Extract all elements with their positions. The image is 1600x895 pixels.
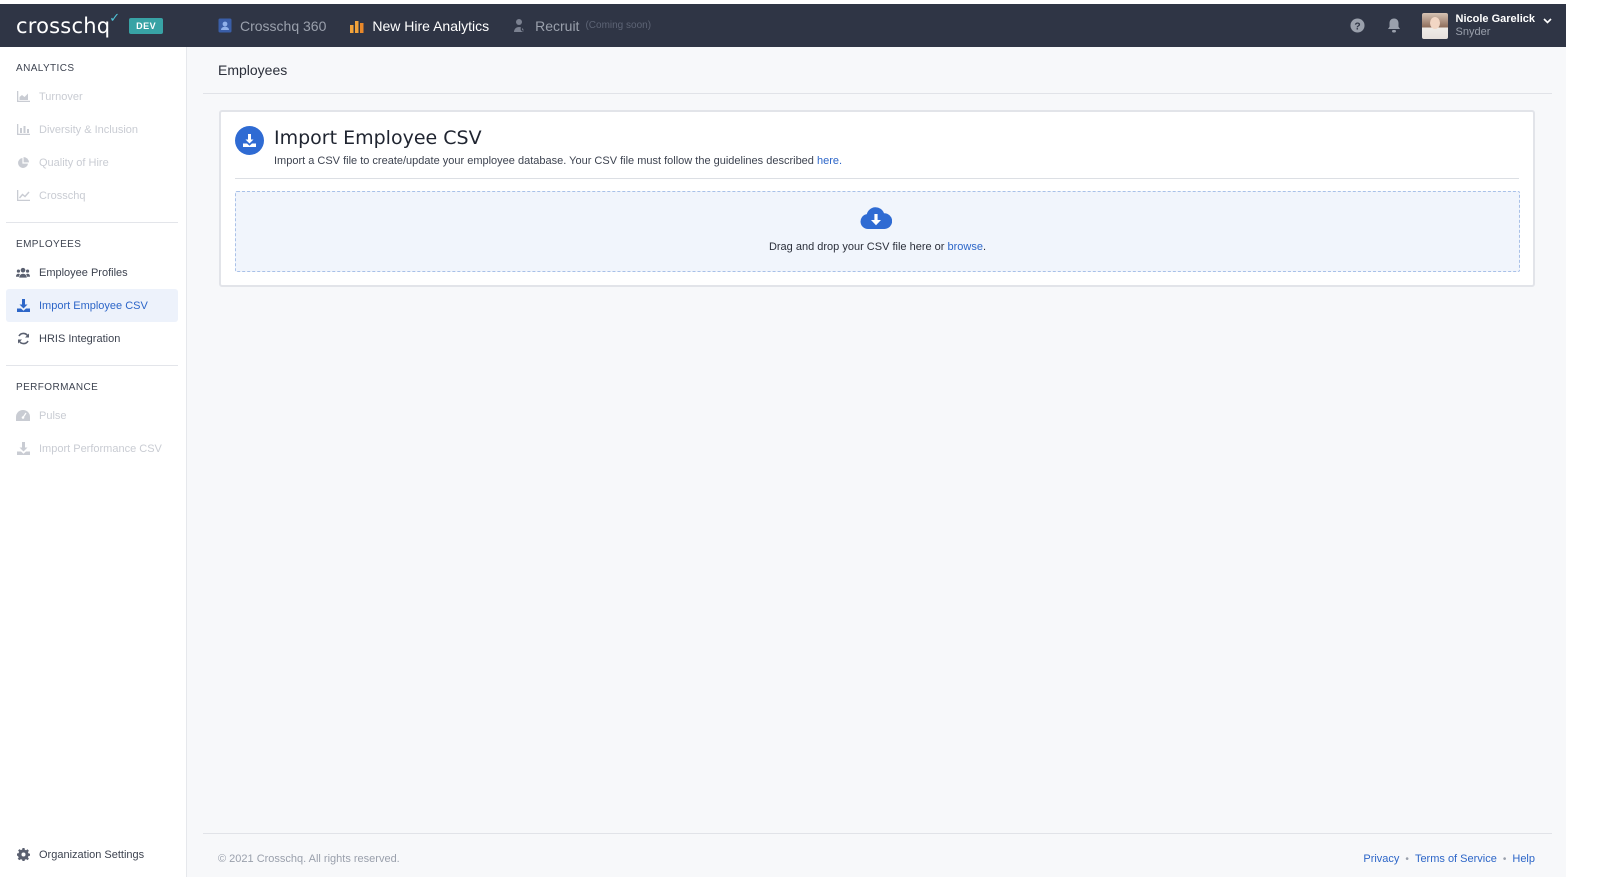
sidebar-item-label: Employee Profiles [39, 266, 128, 279]
sidebar: ANALYTICS Turnover Diversity & Inclusion… [0, 47, 187, 877]
footer-divider [203, 833, 1552, 834]
page-title: Employees [218, 62, 288, 78]
separator-dot: • [1502, 853, 1507, 865]
browse-link[interactable]: browse [948, 241, 983, 253]
env-badge: DEV [129, 17, 164, 34]
sidebar-item-import-performance-csv[interactable]: Import Performance CSV [6, 432, 178, 465]
id-card-icon [218, 18, 232, 33]
sidebar-item-turnover[interactable]: Turnover [6, 80, 178, 113]
sidebar-divider [6, 365, 178, 366]
privacy-link[interactable]: Privacy [1363, 853, 1399, 865]
sidebar-item-diversity-inclusion[interactable]: Diversity & Inclusion [6, 113, 178, 146]
sidebar-item-label: Quality of Hire [39, 156, 109, 169]
top-nav-bar: crosschq ✓ DEV Crosschq 360 New Hire Ana… [0, 4, 1566, 47]
csv-dropzone[interactable]: Drag and drop your CSV file here or brow… [235, 191, 1520, 272]
card-description-text: Import a CSV file to create/update your … [274, 155, 817, 167]
line-chart-icon [16, 190, 30, 201]
sidebar-item-label: Pulse [39, 409, 67, 422]
sidebar-item-quality-of-hire[interactable]: Quality of Hire [6, 146, 178, 179]
footer-links: Privacy • Terms of Service • Help [1363, 853, 1535, 865]
copyright: © 2021 Crosschq. All rights reserved. [218, 853, 400, 865]
gear-icon [16, 848, 30, 861]
sidebar-section-title: ANALYTICS [16, 63, 75, 74]
tab-new-hire-analytics[interactable]: New Hire Analytics [350, 18, 489, 34]
sidebar-item-hris-integration[interactable]: HRIS Integration [6, 322, 178, 355]
terms-of-service-link[interactable]: Terms of Service [1415, 853, 1497, 865]
guidelines-link[interactable]: here [817, 155, 839, 167]
card-description: Import a CSV file to create/update your … [274, 155, 842, 167]
sync-icon [16, 332, 30, 345]
card-divider [235, 178, 1519, 179]
user-subtitle: Snyder [1455, 25, 1491, 38]
sidebar-item-crosschq[interactable]: Crosschq [6, 179, 178, 212]
help-icon[interactable]: ? [1350, 18, 1366, 34]
dropzone-text: Drag and drop your CSV file here or brow… [236, 241, 1519, 253]
logo[interactable]: crosschq ✓ DEV [16, 10, 216, 38]
user-name: Nicole Garelick [1455, 12, 1536, 25]
sidebar-item-pulse[interactable]: Pulse [6, 399, 178, 432]
tab-label: Recruit [535, 17, 580, 34]
sidebar-section-title: PERFORMANCE [16, 382, 99, 393]
sidebar-item-label: Turnover [39, 90, 83, 103]
bar-chart-icon [16, 124, 30, 135]
product-tabs: Crosschq 360 New Hire Analytics Recruit … [218, 18, 675, 34]
sidebar-item-employee-profiles[interactable]: Employee Profiles [6, 256, 178, 289]
sidebar-item-label: Organization Settings [39, 848, 145, 861]
chevron-down-icon [1543, 11, 1552, 29]
gauge-icon [16, 410, 30, 421]
logo-text: crosschq [16, 13, 111, 38]
coming-soon-note: (Coming soon) [585, 20, 652, 31]
cloud-download-icon [860, 207, 893, 235]
top-right-actions: ? Nicole Garelick Snyder [1350, 4, 1567, 47]
tab-label: New Hire Analytics [372, 17, 490, 34]
avatar [1421, 12, 1448, 39]
pie-chart-icon [16, 156, 30, 169]
main-content: Employees Import Employee CSV Import a C… [187, 47, 1566, 877]
users-icon [16, 267, 30, 278]
recruit-icon [513, 18, 527, 33]
logo-check-icon: ✓ [109, 9, 121, 25]
sidebar-item-label: Import Employee CSV [39, 299, 148, 312]
dropzone-period: . [982, 241, 987, 253]
guidelines-link-period: . [839, 155, 843, 167]
user-menu[interactable]: Nicole Garelick Snyder [1421, 11, 1553, 39]
tab-recruit[interactable]: Recruit (Coming soon) [513, 18, 651, 34]
card-title: Import Employee CSV [274, 127, 482, 149]
sidebar-item-import-employee-csv[interactable]: Import Employee CSV [6, 289, 178, 322]
sidebar-item-label: Import Performance CSV [39, 442, 162, 455]
bell-icon[interactable] [1386, 18, 1402, 34]
divider [203, 93, 1552, 94]
sidebar-item-label: HRIS Integration [39, 332, 121, 345]
import-card: Import Employee CSV Import a CSV file to… [219, 110, 1535, 287]
sidebar-footer: Organization Settings [6, 838, 176, 871]
tab-crosschq-360[interactable]: Crosschq 360 [218, 18, 326, 34]
sidebar-item-organization-settings[interactable]: Organization Settings [6, 838, 176, 871]
download-icon [16, 299, 30, 312]
sidebar-item-label: Crosschq [39, 189, 86, 202]
download-circle-icon [235, 126, 264, 155]
dropzone-label: Drag and drop your CSV file here or [768, 241, 948, 253]
download-icon [16, 442, 30, 455]
help-link[interactable]: Help [1512, 853, 1535, 865]
separator-dot: • [1405, 853, 1409, 865]
area-chart-icon [16, 91, 30, 102]
tab-label: Crosschq 360 [240, 17, 327, 34]
sidebar-divider [6, 222, 178, 223]
svg-text:?: ? [1354, 21, 1360, 32]
sidebar-item-label: Diversity & Inclusion [39, 123, 139, 136]
bar-chart-icon [350, 19, 364, 33]
sidebar-section-title: EMPLOYEES [16, 239, 82, 250]
